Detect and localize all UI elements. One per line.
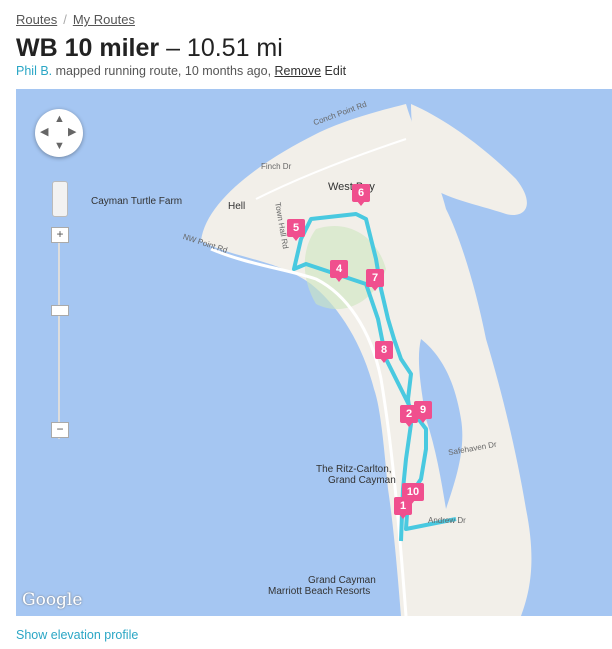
label-andrew: Andrew Dr xyxy=(428,516,466,525)
user-link[interactable]: Phil B. xyxy=(16,64,52,78)
label-marriott-1: Grand Cayman xyxy=(308,575,376,586)
route-marker[interactable]: 7 xyxy=(366,269,384,291)
zoom-out-button[interactable]: − xyxy=(51,422,69,438)
pan-down-icon[interactable]: ▼ xyxy=(54,141,65,152)
zoom-in-button[interactable]: + xyxy=(51,227,69,243)
label-ritz-2: Grand Cayman xyxy=(328,475,396,486)
zoom-slider-track[interactable] xyxy=(58,239,60,439)
map-base xyxy=(201,104,532,616)
page-title: WB 10 miler – 10.51 mi xyxy=(16,34,283,63)
edit-link[interactable]: Edit xyxy=(325,64,347,78)
pan-right-icon[interactable]: ▶ xyxy=(68,127,76,138)
route-name: WB 10 miler xyxy=(16,34,160,62)
route-meta: Phil B. mapped running route, 10 months … xyxy=(16,64,346,78)
breadcrumb-routes-link[interactable]: Routes xyxy=(16,12,57,27)
route-map[interactable]: ▲ ▼ ◀ ▶ + − Conch Point Rd Finch Dr West… xyxy=(16,89,612,616)
route-marker[interactable]: 6 xyxy=(352,184,370,206)
route-marker[interactable]: 5 xyxy=(287,219,305,241)
label-marriott-2: Marriott Beach Resorts xyxy=(268,586,371,597)
label-turtle-farm: Cayman Turtle Farm xyxy=(91,196,183,207)
zoom-slider-thumb[interactable] xyxy=(51,305,69,316)
pegman-icon[interactable] xyxy=(52,181,68,217)
pan-control[interactable]: ▲ ▼ ◀ ▶ xyxy=(35,109,83,157)
pan-up-icon[interactable]: ▲ xyxy=(54,114,65,125)
breadcrumb-separator: / xyxy=(63,12,67,27)
label-hell: Hell xyxy=(228,201,246,212)
elevation-profile-link[interactable]: Show elevation profile xyxy=(16,628,138,642)
meta-text: mapped running route, 10 months ago, xyxy=(52,64,275,78)
route-marker[interactable]: 4 xyxy=(330,260,348,282)
route-marker[interactable]: 8 xyxy=(375,341,393,363)
breadcrumb: Routes / My Routes xyxy=(16,12,135,27)
route-distance: 10.51 mi xyxy=(186,34,283,62)
breadcrumb-my-routes-link[interactable]: My Routes xyxy=(73,12,135,27)
label-ritz-1: The Ritz-Carlton, xyxy=(316,464,392,475)
title-dash: – xyxy=(166,34,180,62)
route-marker[interactable]: 10 xyxy=(402,483,424,505)
remove-link[interactable]: Remove xyxy=(275,64,322,78)
pan-left-icon[interactable]: ◀ xyxy=(40,127,48,138)
google-logo[interactable]: Google xyxy=(22,590,82,610)
route-marker[interactable]: 9 xyxy=(414,401,432,423)
label-finch: Finch Dr xyxy=(261,162,292,171)
